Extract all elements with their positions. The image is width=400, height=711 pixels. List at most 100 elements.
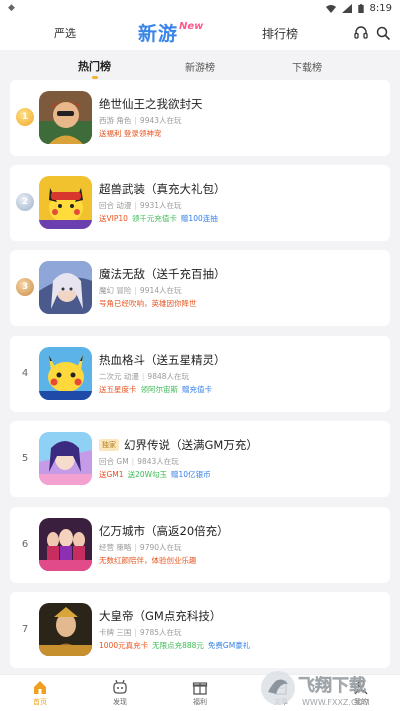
game-players: 9931人在玩 bbox=[139, 201, 182, 210]
nav-welfare[interactable]: 福利 bbox=[175, 679, 225, 707]
game-genre: 回合 GM bbox=[99, 457, 129, 466]
game-title: 大皇帝（GM点充科技） bbox=[99, 609, 222, 623]
rank-number: 6 bbox=[21, 538, 29, 550]
game-icon[interactable] bbox=[39, 603, 92, 656]
game-title: 热血格斗（送五星精灵） bbox=[99, 353, 226, 367]
game-title: 超兽武装（真充大礼包） bbox=[99, 182, 226, 196]
game-card[interactable]: 5 独家 幻界传说（送满GM万充） 回合 GM | 9843人在玩 送GM1 送20W… bbox=[10, 421, 390, 497]
top-bar: 严选 新游 New 排行榜 bbox=[0, 16, 400, 50]
game-genre: 卡牌 三国 bbox=[99, 628, 132, 637]
game-genre: 二次元 动漫 bbox=[99, 372, 139, 381]
game-players: 9914人在玩 bbox=[139, 286, 182, 295]
game-meta: 经营 策略 | 9790人在玩 bbox=[99, 543, 182, 552]
promo-text: 赠充值卡 bbox=[182, 385, 212, 394]
game-players: 9943人在玩 bbox=[139, 116, 182, 125]
exclusive-badge: 独家 bbox=[99, 439, 119, 451]
game-meta: 西游 角色 | 9943人在玩 bbox=[99, 116, 182, 125]
game-promo: 送福利 登录领神宠 bbox=[99, 128, 165, 139]
nav-home[interactable]: 首页 bbox=[15, 679, 65, 707]
game-icon[interactable] bbox=[39, 176, 92, 229]
promo-text: 送福利 登录领神宠 bbox=[99, 129, 162, 138]
promo-text: 1000元真充卡 bbox=[99, 641, 149, 650]
game-title-text: 幻界传说（送满GM万充） bbox=[124, 438, 258, 452]
android-status-icon: ◆ bbox=[8, 3, 15, 13]
game-promo: 送GM1 送20W勾玉 赠10亿银币 bbox=[99, 469, 215, 480]
promo-text: 免费GM豪礼 bbox=[207, 641, 251, 650]
game-title: 魔法无敌（送千充百抽） bbox=[99, 267, 226, 281]
promo-text: 领阿尔宙斯 bbox=[140, 385, 179, 394]
game-card[interactable]: 6 亿万城市（高返20倍充） 经营 策略 | 9790人在玩 无数红颜陪伴，体验创业… bbox=[10, 507, 390, 583]
promo-text: 无限点充888元 bbox=[152, 641, 204, 650]
game-icon[interactable] bbox=[39, 432, 92, 485]
game-promo: 号角已经吹响，英雄因你降世 bbox=[99, 298, 201, 309]
promo-text: 号角已经吹响，英雄因你降世 bbox=[99, 299, 197, 308]
promo-text: 无数红颜陪伴，体验创业乐趣 bbox=[99, 556, 197, 565]
game-title: 绝世仙王之我欲封天 bbox=[99, 97, 203, 111]
rank-number: 7 bbox=[21, 623, 29, 635]
game-card[interactable]: 4 热血格斗（送五星精灵） 二次元 动漫 | 9848人在玩 送五星度卡 领阿尔宙斯赠… bbox=[10, 336, 390, 412]
game-players: 9785人在玩 bbox=[139, 628, 182, 637]
logo-text: 新游 bbox=[138, 23, 179, 45]
tab-yanxuan[interactable]: 严选 bbox=[54, 25, 76, 41]
game-players: 9790人在玩 bbox=[139, 543, 182, 552]
headset-icon[interactable] bbox=[353, 25, 369, 41]
discover-icon bbox=[113, 679, 127, 694]
game-icon[interactable] bbox=[39, 91, 92, 144]
game-title: 亿万城市（高返20倍充） bbox=[99, 524, 229, 538]
bronze-medal-icon: 3 bbox=[16, 278, 34, 296]
watermark-text: 飞翔下载 bbox=[298, 675, 366, 696]
subtab-new[interactable]: 新游榜 bbox=[185, 59, 215, 74]
game-icon[interactable] bbox=[39, 347, 92, 400]
game-card[interactable]: 3 魔法无敌（送千充百抽） 魔幻 冒险 | 9914人在玩 号角已经吹响，英雄因你降… bbox=[10, 250, 390, 326]
promo-text: 领千元充值卡 bbox=[131, 214, 177, 223]
subtab-download[interactable]: 下载榜 bbox=[292, 59, 322, 74]
rank-number: 5 bbox=[21, 452, 29, 464]
game-genre: 魔幻 冒险 bbox=[99, 286, 132, 295]
game-promo: 送五星度卡 领阿尔宙斯 赠充值卡 bbox=[99, 384, 216, 395]
game-meta: 魔幻 冒险 | 9914人在玩 bbox=[99, 286, 182, 295]
game-icon[interactable] bbox=[39, 518, 92, 571]
logo-badge: New bbox=[179, 21, 204, 32]
game-players: 9843人在玩 bbox=[137, 457, 179, 466]
promo-text: 送20W勾玉 bbox=[127, 470, 168, 479]
tab-new-games-logo[interactable]: 新游 New bbox=[138, 19, 203, 46]
game-card[interactable]: 7 大皇帝（GM点充科技） 卡牌 三国 | 9785人在玩 1000元真充卡 无限点充… bbox=[10, 592, 390, 668]
promo-text: 赠10亿银币 bbox=[171, 470, 211, 479]
promo-text: 赠100连抽 bbox=[180, 214, 218, 223]
game-meta: 回合 动漫 | 9931人在玩 bbox=[99, 201, 182, 210]
tab-ranking[interactable]: 排行榜 bbox=[262, 25, 298, 42]
rank-badge: 3 bbox=[14, 276, 36, 298]
nav-home-label: 首页 bbox=[33, 698, 47, 706]
promo-text: 送五星度卡 bbox=[99, 385, 137, 394]
site-watermark: 飞翔下载 WWW.FXXZ.COM bbox=[258, 664, 400, 711]
game-promo: 1000元真充卡 无限点充888元 免费GM豪礼 bbox=[99, 640, 254, 651]
game-card[interactable]: 2 超兽武装（真充大礼包） 回合 动漫 | 9931人在玩 送VIP10 领千元充值卡… bbox=[10, 165, 390, 241]
game-title: 独家 幻界传说（送满GM万充） bbox=[99, 437, 258, 453]
gift-icon bbox=[192, 682, 208, 695]
gold-medal-icon: 1 bbox=[16, 108, 34, 126]
nav-discover-label: 发现 bbox=[113, 698, 127, 706]
nav-discover[interactable]: 发现 bbox=[95, 679, 145, 707]
game-card[interactable]: 1 绝世仙王之我欲封天 西游 角色 | 9943人在玩 送福利 登录领神宠 bbox=[10, 80, 390, 156]
watermark-url: WWW.FXXZ.COM bbox=[302, 698, 370, 707]
battery-icon bbox=[357, 3, 364, 13]
signal-icon bbox=[341, 3, 352, 13]
game-genre: 西游 角色 bbox=[99, 116, 132, 125]
rank-badge: 1 bbox=[14, 106, 36, 128]
game-promo: 无数红颜陪伴，体验创业乐趣 bbox=[99, 555, 201, 566]
game-meta: 卡牌 三国 | 9785人在玩 bbox=[99, 628, 182, 637]
rank-badge: 2 bbox=[14, 191, 36, 213]
search-icon[interactable] bbox=[375, 25, 391, 41]
nav-welfare-label: 福利 bbox=[193, 698, 207, 706]
status-time: 8:19 bbox=[369, 2, 392, 14]
subtab-hot[interactable]: 热门榜 bbox=[78, 58, 111, 79]
game-genre: 回合 动漫 bbox=[99, 201, 132, 210]
wifi-icon bbox=[325, 4, 336, 13]
silver-medal-icon: 2 bbox=[16, 193, 34, 211]
promo-text: 送VIP10 bbox=[99, 214, 128, 223]
rank-number: 4 bbox=[21, 367, 29, 379]
game-players: 9848人在玩 bbox=[147, 372, 190, 381]
home-icon bbox=[34, 681, 46, 694]
promo-text: 送GM1 bbox=[99, 470, 124, 479]
game-icon[interactable] bbox=[39, 261, 92, 314]
